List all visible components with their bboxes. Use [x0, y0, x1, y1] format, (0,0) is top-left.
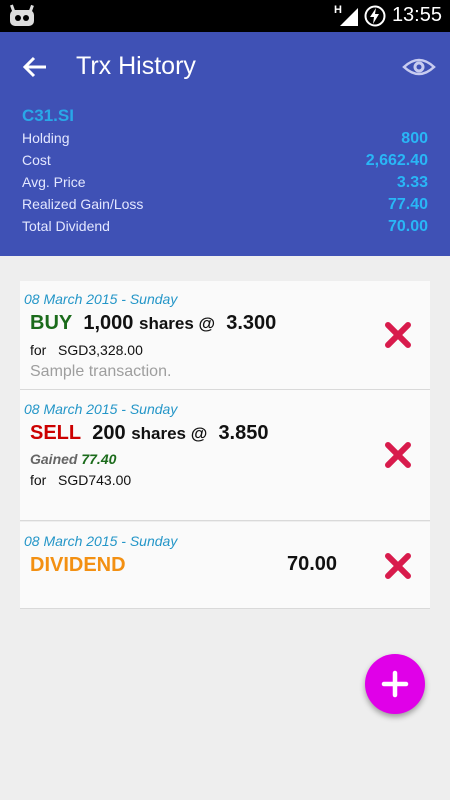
transaction-note: Sample transaction. [30, 363, 172, 380]
eye-icon[interactable] [402, 54, 436, 80]
delete-x-icon[interactable] [384, 321, 412, 349]
price: 3.850 [218, 422, 269, 444]
summary-row-holding: Holding 800 [22, 130, 428, 150]
plus-icon [381, 670, 409, 698]
summary-value: 77.40 [387, 196, 428, 213]
summary-label: Holding [22, 130, 70, 146]
action-type: DIVIDEND [30, 554, 126, 576]
for-label: for [30, 472, 47, 488]
delete-x-icon[interactable] [384, 441, 412, 469]
transaction-card-sell[interactable]: 08 March 2015 - Sunday SELL 200 shares @… [20, 390, 430, 521]
status-bar: H 13:55 [0, 0, 450, 32]
summary-label: Avg. Price [22, 174, 86, 190]
amount-line: for SGD743.00 [30, 472, 131, 488]
dividend-amount: 70.00 [287, 553, 338, 575]
cyanogen-mascot-icon [10, 4, 34, 26]
summary-value: 70.00 [387, 218, 428, 235]
back-arrow-icon[interactable] [20, 52, 50, 82]
gain-value: 77.40 [81, 451, 117, 467]
amount: SGD743.00 [58, 472, 132, 488]
action-type: SELL [30, 422, 82, 444]
summary-label: Cost [22, 152, 51, 168]
price: 3.300 [226, 312, 277, 334]
summary-value: 2,662.40 [365, 152, 428, 169]
summary-label: Total Dividend [22, 218, 110, 234]
summary-row-total-dividend: Total Dividend 70.00 [22, 218, 428, 238]
clock: 13:55 [391, 4, 442, 26]
trade-line: SELL 200 shares @ 3.850 [30, 422, 269, 445]
for-label: for [30, 342, 47, 358]
transaction-date: 08 March 2015 - Sunday [24, 401, 178, 417]
summary-row-realized-gain-loss: Realized Gain/Loss 77.40 [22, 196, 428, 216]
transaction-date: 08 March 2015 - Sunday [24, 533, 178, 549]
transaction-card-dividend[interactable]: 08 March 2015 - Sunday DIVIDEND 70.00 [20, 522, 430, 609]
summary-row-avg-price: Avg. Price 3.33 [22, 174, 428, 194]
summary-label: Realized Gain/Loss [22, 196, 144, 212]
app-bar: Trx History C31.SI Holding 800 Cost 2,66… [0, 32, 450, 256]
shares-label: shares @ [131, 424, 208, 443]
add-transaction-button[interactable] [365, 654, 425, 714]
quantity: 200 [92, 422, 126, 444]
action-type: BUY [30, 312, 73, 334]
delete-x-icon[interactable] [384, 552, 412, 580]
summary-value: 800 [401, 130, 428, 147]
transaction-card-buy[interactable]: 08 March 2015 - Sunday BUY 1,000 shares … [20, 281, 430, 390]
trade-line: BUY 1,000 shares @ 3.300 [30, 312, 276, 335]
battery-charging-icon [364, 5, 386, 27]
shares-label: shares @ [138, 314, 216, 333]
gain-line: Gained 77.40 [30, 451, 116, 467]
signal-icon [340, 8, 358, 26]
gain-label: Gained [30, 451, 78, 467]
transaction-date: 08 March 2015 - Sunday [24, 291, 178, 307]
summary-value: 3.33 [396, 174, 428, 191]
quantity: 1,000 [83, 312, 134, 334]
amount: SGD3,328.00 [58, 342, 143, 358]
amount-line: for SGD3,328.00 [30, 342, 143, 358]
summary-row-cost: Cost 2,662.40 [22, 152, 428, 172]
stock-symbol: C31.SI [22, 106, 74, 125]
page-title: Trx History [76, 52, 196, 80]
